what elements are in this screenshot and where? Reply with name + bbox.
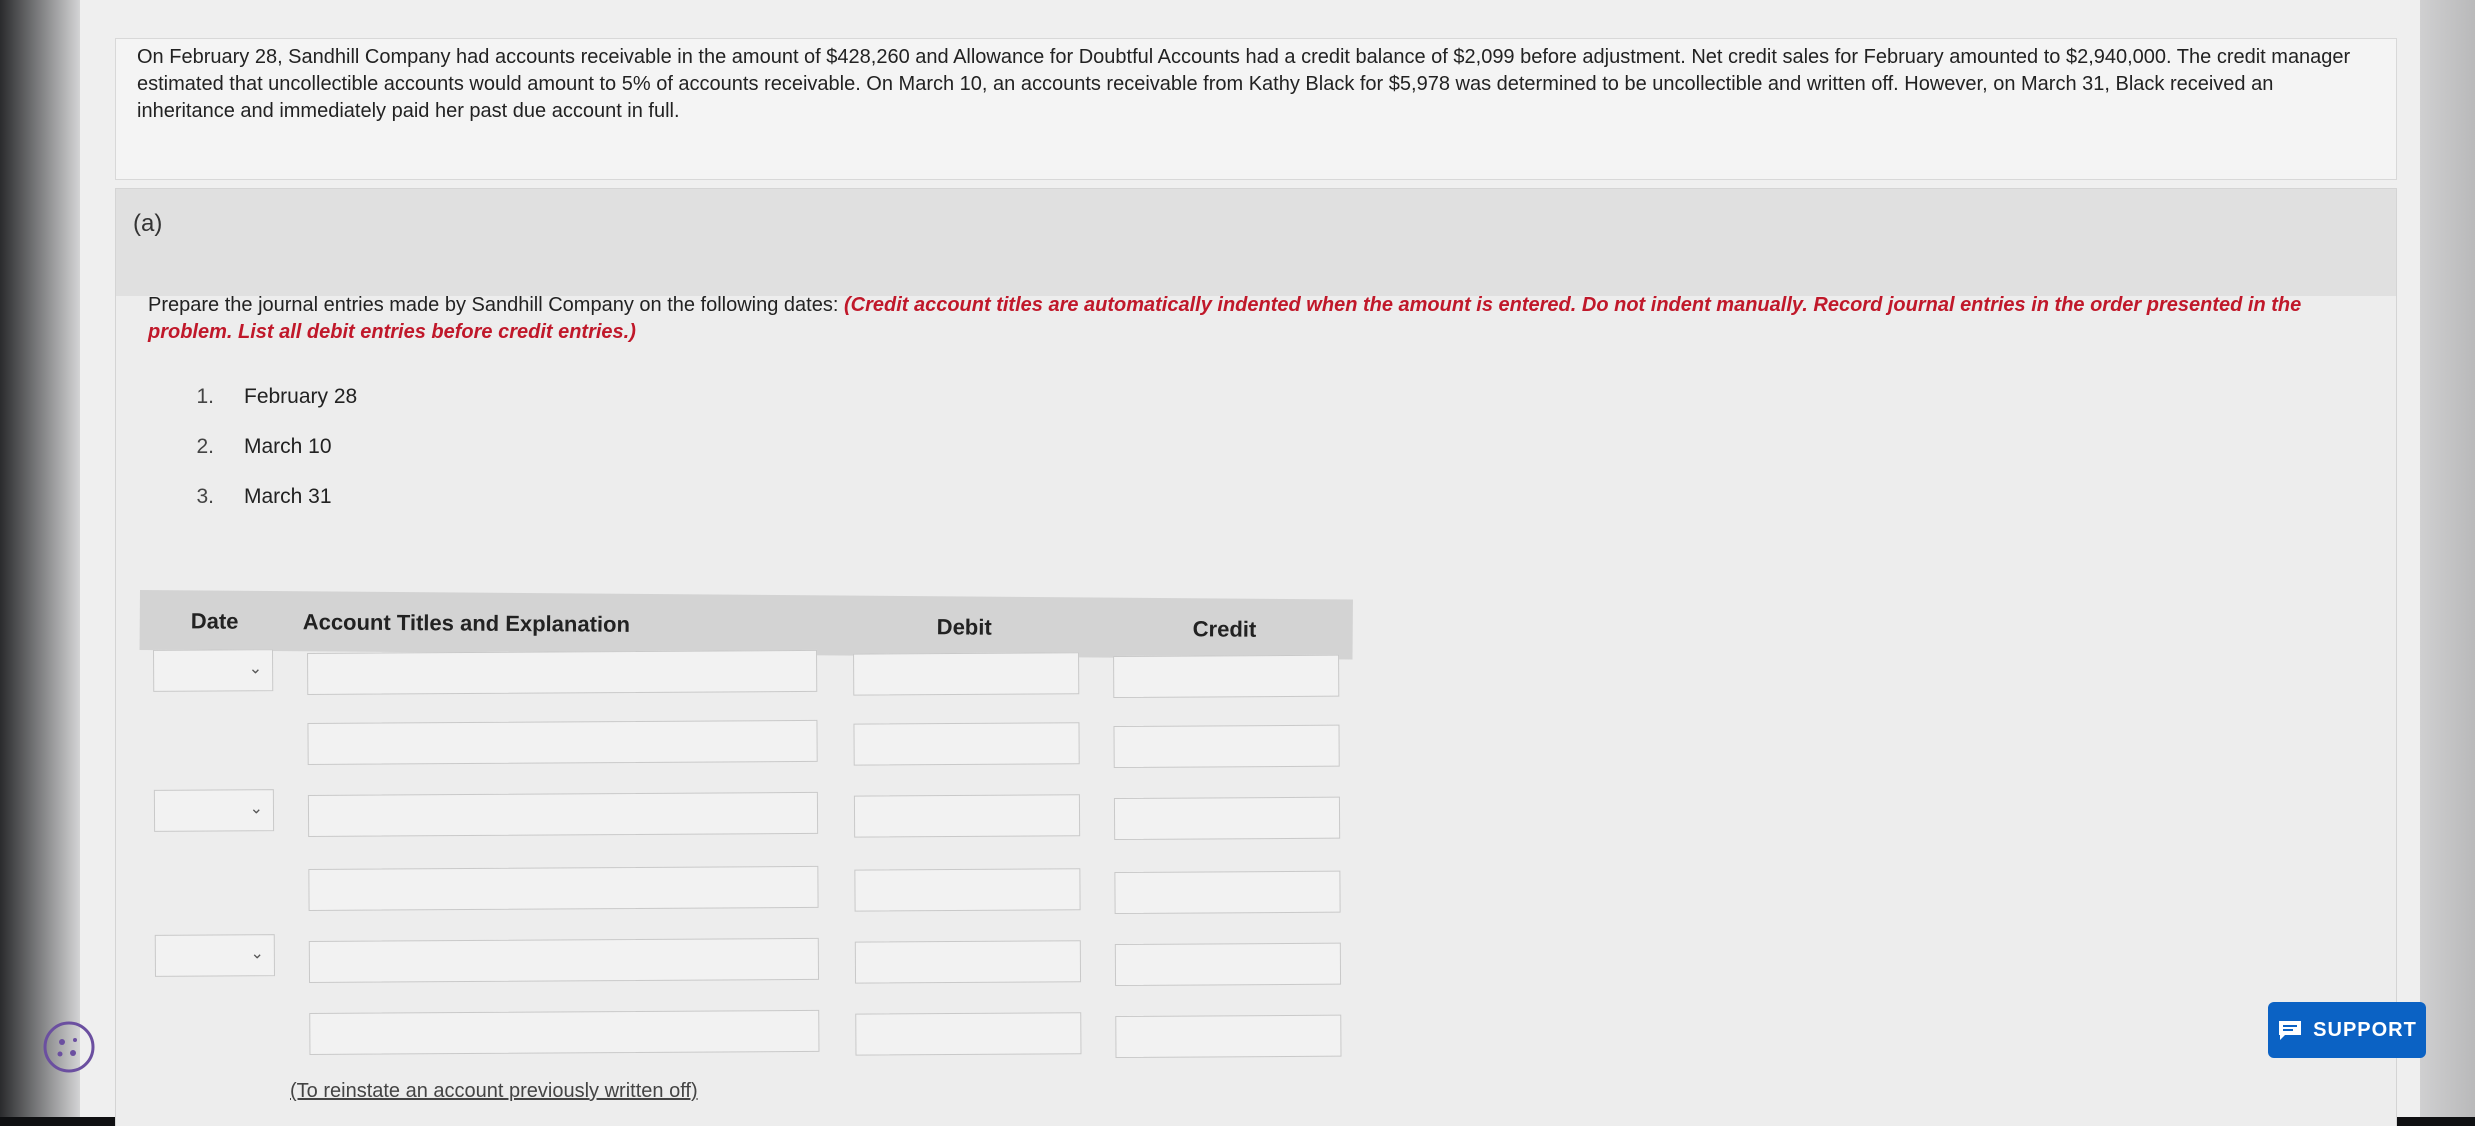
debit-input[interactable] bbox=[853, 722, 1080, 766]
part-header bbox=[115, 188, 2397, 298]
problem-statement: On February 28, Sandhill Company had acc… bbox=[137, 46, 2351, 122]
date-list: 1. February 28 2. March 10 3. March 31 bbox=[150, 385, 357, 535]
entry-explanation: (To reinstate an account previously writ… bbox=[290, 1080, 698, 1102]
account-title-input[interactable] bbox=[309, 1009, 820, 1055]
chevron-down-icon: ⌄ bbox=[249, 800, 264, 818]
date-column-header: Date bbox=[190, 608, 239, 634]
credit-input[interactable] bbox=[1115, 1014, 1342, 1059]
credit-input[interactable] bbox=[1114, 942, 1342, 987]
debit-input[interactable] bbox=[855, 1012, 1082, 1056]
account-title-input[interactable] bbox=[307, 791, 819, 837]
credit-input[interactable] bbox=[1113, 724, 1340, 769]
credit-input[interactable] bbox=[1113, 796, 1341, 841]
credit-input[interactable] bbox=[1113, 654, 1340, 699]
date-select[interactable]: ⌄ bbox=[153, 789, 275, 832]
screen: On February 28, Sandhill Company had acc… bbox=[0, 0, 2475, 1126]
debit-input[interactable] bbox=[854, 940, 1082, 984]
debit-input[interactable] bbox=[853, 652, 1080, 696]
support-button[interactable]: SUPPORT bbox=[2268, 1002, 2426, 1058]
debit-column-header: Debit bbox=[936, 614, 992, 640]
instructions: Prepare the journal entries made by Sand… bbox=[148, 292, 2348, 346]
account-title-input[interactable] bbox=[307, 719, 818, 765]
chevron-down-icon: ⌄ bbox=[250, 945, 264, 963]
list-item: 2. March 10 bbox=[196, 435, 332, 458]
support-label: SUPPORT bbox=[2313, 1018, 2417, 1041]
journal-rows: ⌄ ⌄ ⌄ bbox=[140, 642, 1383, 1120]
cookie-icon[interactable] bbox=[42, 1020, 96, 1074]
account-title-input[interactable] bbox=[308, 865, 819, 911]
list-item: 3. March 31 bbox=[196, 485, 332, 508]
list-item: 1. February 28 bbox=[196, 385, 358, 408]
chevron-down-icon: ⌄ bbox=[248, 660, 263, 678]
date-select[interactable]: ⌄ bbox=[154, 934, 275, 977]
account-title-input[interactable] bbox=[307, 649, 818, 695]
credit-input[interactable] bbox=[1114, 870, 1341, 915]
account-title-input[interactable] bbox=[308, 937, 820, 983]
instruction-text: Prepare the journal entries made by Sand… bbox=[148, 294, 844, 316]
debit-input[interactable] bbox=[854, 868, 1081, 912]
date-select[interactable]: ⌄ bbox=[152, 649, 274, 692]
account-column-header: Account Titles and Explanation bbox=[302, 609, 631, 637]
credit-column-header: Credit bbox=[1192, 616, 1257, 642]
chat-icon bbox=[2279, 1021, 2302, 1040]
part-label: (a) bbox=[133, 210, 163, 237]
debit-input[interactable] bbox=[853, 794, 1081, 838]
